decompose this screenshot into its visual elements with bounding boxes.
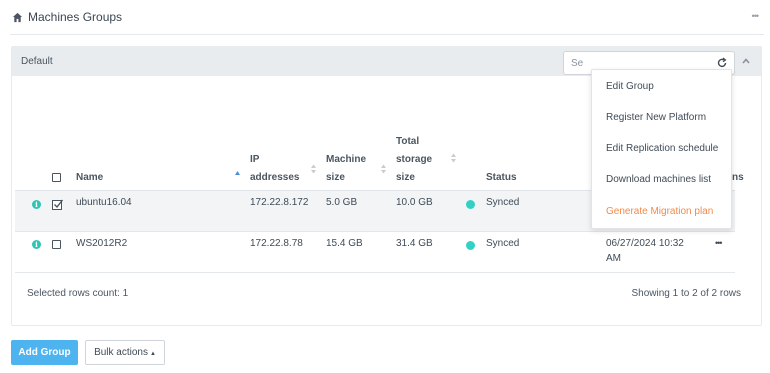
caret-up-icon: ▲ xyxy=(149,351,156,357)
status-text: Synced xyxy=(486,238,520,249)
info-icon[interactable]: i xyxy=(32,200,41,209)
search-placeholder: Se xyxy=(571,58,584,69)
group-name: Default xyxy=(21,56,53,67)
machine-ip: 172.22.8.78 xyxy=(250,238,303,249)
group-actions-menu: Edit Group Register New Platform Edit Re… xyxy=(591,69,732,229)
add-group-button[interactable]: Add Group xyxy=(11,340,78,365)
refresh-icon[interactable] xyxy=(716,57,728,69)
machine-name: ubuntu16.04 xyxy=(76,197,132,208)
bulk-actions-label: Bulk actions xyxy=(94,347,148,358)
page-title-text: Machines Groups xyxy=(28,10,123,24)
date-line-1: 06/27/2024 10:32 xyxy=(606,238,684,249)
machine-size: 15.4 GB xyxy=(326,238,363,249)
sort-icon[interactable] xyxy=(380,163,387,175)
chevron-up-icon[interactable] xyxy=(742,57,750,65)
pagination-info: Showing 1 to 2 of 2 rows xyxy=(631,288,741,299)
menu-item-register-platform[interactable]: Register New Platform xyxy=(606,112,706,123)
bulk-actions-button[interactable]: Bulk actions ▲ xyxy=(85,340,165,365)
date-line-2: AM xyxy=(606,253,621,264)
machine-size: 5.0 GB xyxy=(326,197,358,208)
row-divider xyxy=(15,272,735,273)
sort-icon[interactable] xyxy=(450,152,457,164)
selected-rows-count: Selected rows count: 1 xyxy=(27,288,129,299)
checked-checkbox[interactable] xyxy=(52,199,63,210)
select-all-checkbox[interactable] xyxy=(52,173,61,182)
sort-asc-icon[interactable] xyxy=(234,169,241,181)
status-dot xyxy=(466,241,475,250)
divider xyxy=(10,34,764,35)
home-icon xyxy=(12,12,23,22)
machine-ip: 172.22.8.172 xyxy=(250,197,309,208)
sort-icon[interactable] xyxy=(310,163,317,175)
machine-name: WS2012R2 xyxy=(76,238,128,249)
row-actions-icon[interactable]: ••• xyxy=(715,238,723,248)
menu-item-generate-migration-plan[interactable]: Generate Migration plan xyxy=(606,206,713,217)
row-checkbox[interactable] xyxy=(52,240,61,249)
total-storage: 31.4 GB xyxy=(396,238,433,249)
status-dot xyxy=(466,200,475,209)
ellipsis-icon[interactable]: ••• xyxy=(752,11,760,21)
column-header-actions: ns xyxy=(732,172,744,183)
page-title: Machines Groups xyxy=(12,10,122,24)
status-text: Synced xyxy=(486,197,520,208)
column-header-machine-size[interactable]: Machine size xyxy=(326,151,378,187)
column-header-status[interactable]: Status xyxy=(486,169,517,187)
menu-item-edit-group[interactable]: Edit Group xyxy=(606,81,654,92)
column-header-ip[interactable]: IP addresses xyxy=(250,151,305,187)
info-icon[interactable]: i xyxy=(32,240,41,249)
column-header-name[interactable]: Name xyxy=(76,169,103,187)
top-bar: Machines Groups ••• xyxy=(0,0,770,34)
menu-item-download-list[interactable]: Download machines list xyxy=(606,174,711,185)
column-header-total-storage[interactable]: Total storage size xyxy=(396,133,446,187)
total-storage: 10.0 GB xyxy=(396,197,433,208)
menu-item-edit-replication[interactable]: Edit Replication schedule xyxy=(606,143,718,154)
